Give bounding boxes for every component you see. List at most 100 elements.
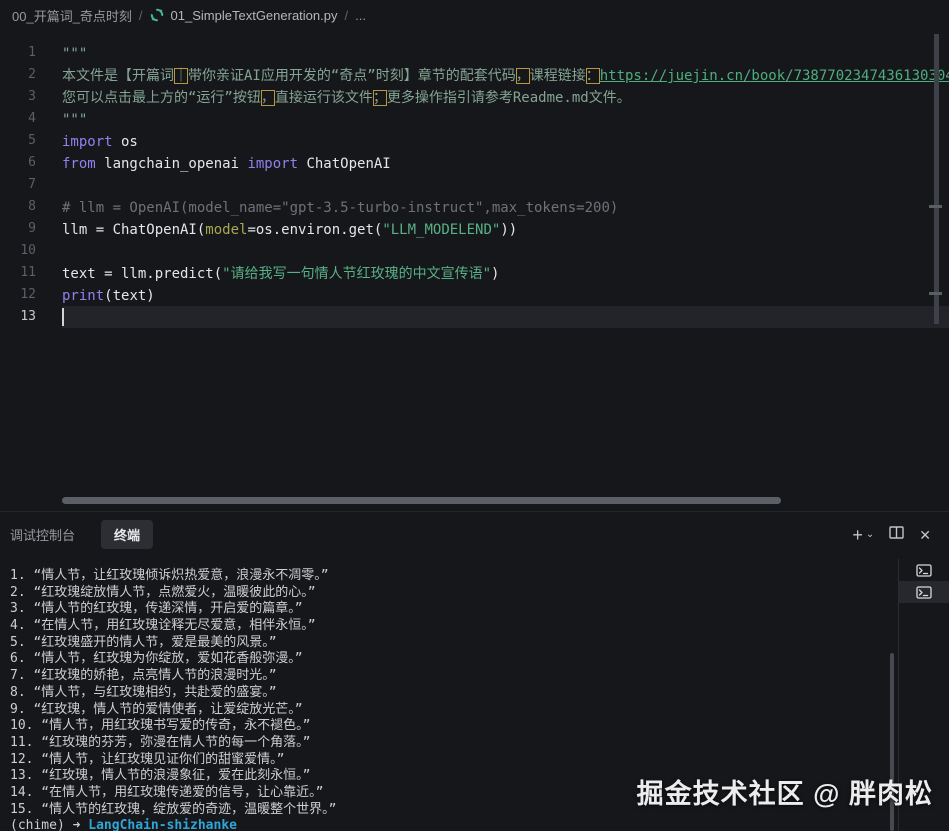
terminal-line: 10. “情人节，用红玫瑰书写爱的传奇，永不褪色。” — [10, 718, 885, 735]
code-editor[interactable]: 1 """ 2 本文件是【开篇词｜带你亲证AI应用开发的“奇点”时刻】章节的配套代码，… — [0, 30, 949, 511]
close-panel-icon[interactable]: ✕ — [919, 528, 931, 542]
code-text: text = llm.predict("请给我写一句情人节红玫瑰的中文宣传语") — [62, 263, 499, 285]
code-link[interactable]: https://juejin.cn/book/73877023474361303… — [600, 68, 949, 84]
code-token: ｜ — [174, 68, 188, 84]
code-token: 直接运行该文件 — [275, 90, 373, 106]
code-token: print — [62, 288, 104, 304]
watermark: 掘金技术社区 @ 胖肉松 — [637, 772, 933, 811]
code-text: # llm = OpenAI(model_name="gpt-3.5-turbo… — [62, 197, 618, 219]
terminal-icon — [916, 564, 932, 577]
text-cursor — [62, 308, 64, 326]
prompt-env: (chime) ➜ — [10, 818, 88, 831]
terminal-line: 12. “情人节，让红玫瑰见证你们的甜蜜爱情。” — [10, 752, 885, 769]
breadcrumb-folder[interactable]: 00_开篇词_奇点时刻 — [12, 6, 132, 25]
code-text: 本文件是【开篇词｜带你亲证AI应用开发的“奇点”时刻】章节的配套代码，课程链接：… — [62, 65, 949, 87]
code-line[interactable]: 9 llm = ChatOpenAI(model=os.environ.get("… — [0, 218, 949, 240]
terminal-line: 8. “情人节，与红玫瑰相约，共赴爱的盛宴。” — [10, 685, 885, 702]
code-line[interactable]: 5 import os — [0, 130, 949, 152]
vertical-scrollbar[interactable] — [934, 34, 939, 324]
terminal-line: 1. “情人节，让红玫瑰倾诉炽热爱意，浪漫永不凋零。” — [10, 568, 885, 585]
line-number: 13 — [0, 306, 36, 328]
terminal-line: 11. “红玫瑰的芬芳，弥漫在情人节的每一个角落。” — [10, 735, 885, 752]
terminal-instance-2[interactable] — [899, 581, 949, 603]
line-number: 5 — [0, 130, 36, 152]
line-number: 11 — [0, 262, 36, 284]
line-number: 12 — [0, 284, 36, 306]
line-number: 6 — [0, 152, 36, 174]
code-token: """ — [62, 46, 87, 62]
line-number: 7 — [0, 174, 36, 196]
code-line[interactable]: 2 本文件是【开篇词｜带你亲证AI应用开发的“奇点”时刻】章节的配套代码，课程链接… — [0, 64, 949, 86]
terminal-icon — [916, 586, 932, 599]
tab-terminal[interactable]: 终端 — [101, 520, 153, 549]
python-file-icon — [150, 8, 164, 22]
code-line[interactable]: 11 text = llm.predict("请给我写一句情人节红玫瑰的中文宣传语… — [0, 262, 949, 284]
code-token: ChatOpenAI — [298, 156, 391, 172]
code-token: ； — [373, 90, 387, 106]
code-token: ， — [261, 90, 275, 106]
line-number: 8 — [0, 196, 36, 218]
breadcrumb: 00_开篇词_奇点时刻 / 01_SimpleTextGeneration.py… — [0, 0, 949, 30]
code-token: "请给我写一句情人节红玫瑰的中文宣传语" — [222, 266, 491, 282]
code-token: """ — [62, 112, 87, 128]
terminal-line: 4. “在情人节，用红玫瑰诠释无尽爱意，相伴永恒。” — [10, 618, 885, 635]
code-line[interactable]: 13 — [0, 306, 949, 328]
code-text: """ — [62, 43, 87, 65]
code-token: ： — [586, 68, 600, 84]
code-line[interactable]: 3您可以点击最上方的“运行”按钮，直接运行该文件；更多操作指引请参考Readme… — [0, 86, 949, 108]
line-number: 4 — [0, 108, 36, 130]
line-number: 1 — [0, 42, 36, 64]
code-token: os — [113, 134, 138, 150]
code-token: model — [205, 222, 247, 238]
code-line[interactable]: 1 """ — [0, 42, 949, 64]
code-token: 带你亲证AI应用开发的“奇点”时刻】章节的配套代码 — [188, 68, 516, 84]
code-line[interactable]: 10 — [0, 240, 949, 262]
tab-debug-console[interactable]: 调试控制台 — [10, 525, 75, 544]
code-token: (text) — [104, 288, 155, 304]
code-line[interactable]: 7 — [0, 174, 949, 196]
code-text: from langchain_openai import ChatOpenAI — [62, 153, 391, 175]
panel-actions: + ⌄ ✕ — [852, 512, 931, 557]
terminal-instance-1[interactable] — [899, 559, 949, 581]
code-token: import — [247, 156, 298, 172]
terminal-line: 5. “红玫瑰盛开的情人节，爱是最美的风景。” — [10, 635, 885, 652]
chevron-down-icon[interactable]: ⌄ — [866, 530, 874, 540]
code-line[interactable]: 4 """ — [0, 108, 949, 130]
code-text: 您可以点击最上方的“运行”按钮，直接运行该文件；更多操作指引请参考Readme.… — [62, 87, 631, 109]
line-number: 9 — [0, 218, 36, 240]
code-token: import — [62, 134, 113, 150]
terminal-line: 2. “红玫瑰绽放情人节，点燃爱火，温暖彼此的心。” — [10, 585, 885, 602]
terminal-line: 9. “红玫瑰，情人节的爱情使者，让爱绽放光芒。” — [10, 702, 885, 719]
code-token: =os.environ.get( — [247, 222, 382, 238]
overview-ruler-mark — [929, 292, 942, 295]
code-text: """ — [62, 109, 87, 131]
terminal-line: 3. “情人节的红玫瑰，传递深情，开启爱的篇章。” — [10, 601, 885, 618]
code-text: print(text) — [62, 285, 155, 307]
code-token: )) — [500, 222, 517, 238]
code-line[interactable]: 6 from langchain_openai import ChatOpenAI — [0, 152, 949, 174]
code-token: 更多操作指引请参考Readme.md文件。 — [387, 90, 631, 106]
new-terminal-icon[interactable]: + — [852, 526, 863, 544]
breadcrumb-more[interactable]: ... — [355, 8, 366, 23]
split-panel-icon[interactable] — [889, 526, 904, 544]
code-token: 您可以点击最上方的“运行”按钮 — [62, 90, 261, 106]
code-line[interactable]: 12 print(text) — [0, 284, 949, 306]
code-token: ， — [516, 68, 530, 84]
code-token: llm = ChatOpenAI( — [62, 222, 205, 238]
terminal-line: 7. “红玫瑰的娇艳，点亮情人节的浪漫时光。” — [10, 668, 885, 685]
code-text: llm = ChatOpenAI(model=os.environ.get("L… — [62, 219, 517, 241]
code-token: # llm = OpenAI(model_name="gpt-3.5-turbo… — [62, 200, 618, 216]
line-number: 10 — [0, 240, 36, 262]
terminal-line: 6. “情人节，红玫瑰为你绽放，爱如花香般弥漫。” — [10, 651, 885, 668]
code-token: "LLM_MODELEND" — [382, 222, 500, 238]
breadcrumb-separator: / — [344, 8, 348, 23]
code-token: from — [62, 156, 96, 172]
code-lines: 1 """ 2 本文件是【开篇词｜带你亲证AI应用开发的“奇点”时刻】章节的配套代码，… — [0, 42, 949, 328]
breadcrumb-separator: / — [139, 8, 143, 23]
line-number: 2 — [0, 64, 36, 86]
terminal-prompt: (chime) ➜ LangChain-shizhanke — [10, 818, 885, 831]
breadcrumb-file[interactable]: 01_SimpleTextGeneration.py — [171, 8, 338, 23]
horizontal-scrollbar[interactable] — [62, 497, 781, 504]
code-line[interactable]: 8 # llm = OpenAI(model_name="gpt-3.5-turb… — [0, 196, 949, 218]
code-token: langchain_openai — [96, 156, 248, 172]
